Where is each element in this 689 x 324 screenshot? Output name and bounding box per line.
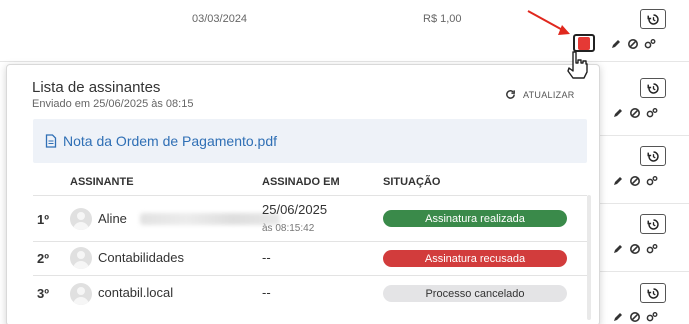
signer-name: Aline <box>98 211 127 226</box>
refresh-label: ATUALIZAR <box>523 89 575 100</box>
settings-icon[interactable] <box>646 243 658 255</box>
row-actions <box>612 243 658 255</box>
row-index: 3º <box>37 286 49 301</box>
row-actions <box>612 311 658 323</box>
signed-date: 25/06/2025 <box>262 202 328 217</box>
edit-icon[interactable] <box>612 243 624 255</box>
settings-icon[interactable] <box>646 175 658 187</box>
row-actions <box>612 107 658 119</box>
redacted-name <box>140 213 280 225</box>
row-divider <box>586 135 689 136</box>
status-badge: Assinatura realizada <box>383 210 567 227</box>
block-icon[interactable] <box>627 38 639 50</box>
file-attachment: Nota da Ordem de Pagamento.pdf <box>33 119 587 163</box>
block-icon[interactable] <box>629 311 641 323</box>
row-index: 2º <box>37 251 49 266</box>
history-button[interactable] <box>640 146 666 166</box>
edit-icon[interactable] <box>612 107 624 119</box>
settings-icon[interactable] <box>646 107 658 119</box>
column-header-signer: ASSINANTE <box>70 176 134 188</box>
row-actions <box>610 38 656 50</box>
signed-date: -- <box>262 285 271 300</box>
document-icon <box>45 134 57 148</box>
block-icon[interactable] <box>629 107 641 119</box>
table-row: 2º Contabilidades -- Assinatura recusada <box>33 241 587 275</box>
signer-name: contabil.local <box>98 285 174 300</box>
avatar <box>70 208 92 230</box>
row-divider <box>586 271 689 272</box>
avatar <box>70 283 92 305</box>
settings-icon[interactable] <box>644 38 656 50</box>
signers-popover: Lista de assinantes Enviado em 25/06/202… <box>6 64 600 324</box>
history-icon <box>646 13 659 25</box>
history-icon <box>646 82 659 94</box>
history-icon <box>646 150 659 162</box>
history-button[interactable] <box>640 283 666 303</box>
column-header-signed-at: ASSINADO EM <box>262 176 340 188</box>
edit-icon[interactable] <box>610 38 622 50</box>
signed-time: às 08:15:42 <box>262 223 315 234</box>
row-actions <box>612 175 658 187</box>
table-header: ASSINANTE ASSINADO EM SITUAÇÃO <box>33 173 587 193</box>
refresh-button[interactable]: ATUALIZAR <box>505 89 575 100</box>
history-icon <box>646 287 659 299</box>
avatar <box>70 247 92 269</box>
history-button[interactable] <box>640 214 666 234</box>
edit-icon[interactable] <box>612 175 624 187</box>
row-date: 03/03/2024 <box>192 13 248 25</box>
block-icon[interactable] <box>629 243 641 255</box>
row-index: 1º <box>37 212 49 227</box>
block-icon[interactable] <box>629 175 641 187</box>
signer-name: Contabilidades <box>98 250 185 265</box>
row-divider <box>586 203 689 204</box>
refresh-icon <box>506 90 515 99</box>
scrollbar[interactable] <box>587 195 591 320</box>
history-icon <box>646 218 659 230</box>
status-badge: Processo cancelado <box>383 285 567 302</box>
table-row: 3º contabil.local -- Processo cancelado <box>33 275 587 311</box>
row-value: R$ 1,00 <box>423 13 462 25</box>
popover-subtitle: Enviado em 25/06/2025 às 08:15 <box>32 98 194 110</box>
column-header-status: SITUAÇÃO <box>383 176 441 188</box>
history-button[interactable] <box>640 9 666 29</box>
popover-title: Lista de assinantes <box>32 79 161 96</box>
history-button[interactable] <box>640 78 666 98</box>
settings-icon[interactable] <box>646 311 658 323</box>
table-row: 1º Aline 25/06/2025 às 08:15:42 Assinatu… <box>33 195 587 241</box>
file-link[interactable]: Nota da Ordem de Pagamento.pdf <box>63 133 277 149</box>
edit-icon[interactable] <box>612 311 624 323</box>
hand-cursor-icon <box>567 51 588 79</box>
status-badge: Assinatura recusada <box>383 250 567 267</box>
signed-date: -- <box>262 250 271 265</box>
